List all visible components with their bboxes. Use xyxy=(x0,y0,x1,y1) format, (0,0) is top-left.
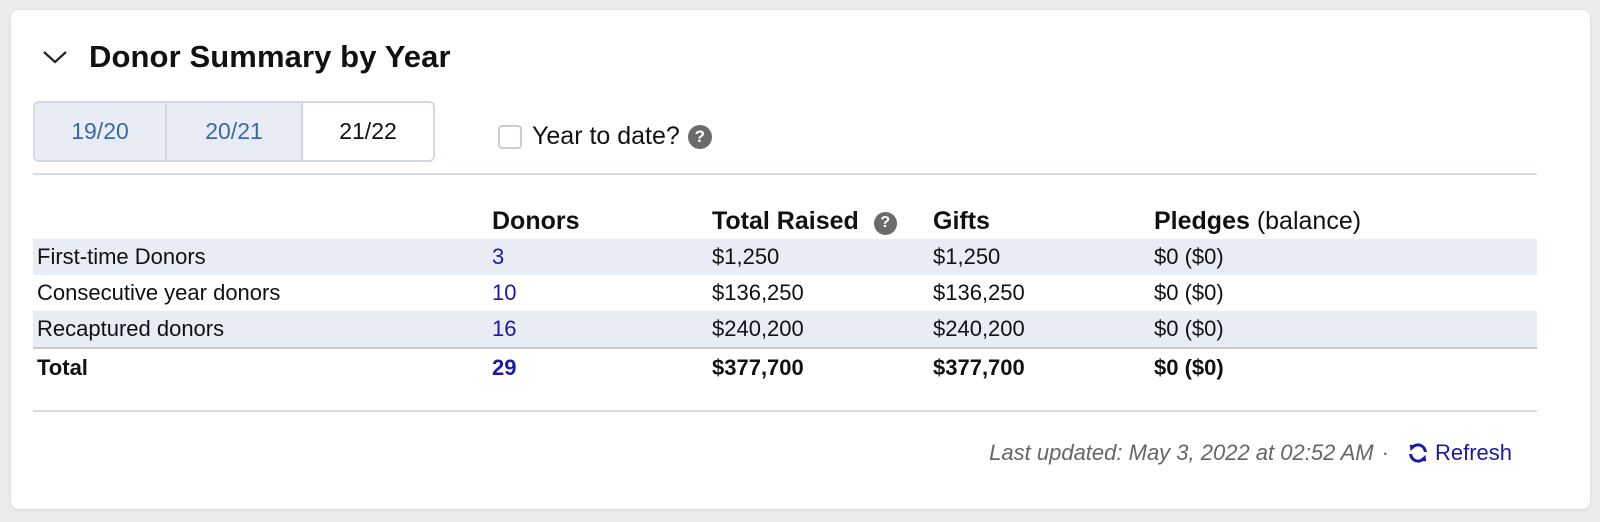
donors-count-link[interactable]: 16 xyxy=(492,316,516,341)
card-footer: Last updated: May 3, 2022 at 02:52 AM · … xyxy=(989,440,1512,466)
tab-21-22[interactable]: 21/22 xyxy=(303,103,433,160)
row-pledges: $0 ($0) xyxy=(1150,311,1537,348)
row-gifts: $1,250 xyxy=(929,239,1150,275)
total-raised: $377,700 xyxy=(708,347,929,387)
total-category: Total xyxy=(33,347,488,387)
divider xyxy=(33,173,1537,175)
separator: · xyxy=(1381,440,1389,465)
row-total-raised: $136,250 xyxy=(712,280,804,305)
col-category xyxy=(33,192,488,239)
refresh-icon xyxy=(1409,443,1427,463)
divider xyxy=(33,410,1537,412)
total-pledges: $0 ($0) xyxy=(1150,347,1537,387)
year-tabs: 19/20 20/21 21/22 xyxy=(33,101,435,162)
tab-19-20[interactable]: 19/20 xyxy=(35,103,167,160)
col-total-raised-label: Total Raised xyxy=(712,207,859,235)
table-row: Consecutive year donors 10 $136,250 $136… xyxy=(33,275,1537,311)
table-header-row: Donors Total Raised ? Gifts Pledges (bal… xyxy=(33,192,1537,239)
donors-count-link[interactable]: 3 xyxy=(492,244,504,269)
row-category: First-time Donors xyxy=(33,239,488,275)
donors-count-link[interactable]: 10 xyxy=(492,280,516,305)
refresh-button[interactable]: Refresh xyxy=(1407,440,1512,466)
row-gifts: $240,200 xyxy=(929,311,1150,348)
row-total-raised: $1,250 xyxy=(708,239,929,275)
col-pledges: Pledges (balance) xyxy=(1150,192,1537,239)
col-pledges-label: Pledges xyxy=(1154,207,1250,235)
year-to-date-toggle: Year to date? ? xyxy=(498,122,712,151)
row-gifts: $136,250 xyxy=(933,280,1025,305)
table-row: Recaptured donors 16 $240,200 $240,200 $… xyxy=(33,311,1537,348)
refresh-label: Refresh xyxy=(1434,440,1512,465)
row-category: Consecutive year donors xyxy=(37,280,281,305)
row-pledges: $0 ($0) xyxy=(1150,239,1537,275)
question-circle-icon[interactable]: ? xyxy=(687,124,712,149)
donor-summary-table: Donors Total Raised ? Gifts Pledges (bal… xyxy=(33,192,1537,387)
year-to-date-checkbox[interactable] xyxy=(498,124,522,149)
total-gifts: $377,700 xyxy=(929,347,1150,387)
last-updated-text: Last updated: May 3, 2022 at 02:52 AM xyxy=(989,440,1374,465)
card-header: Donor Summary by Year xyxy=(41,32,451,82)
row-category: Recaptured donors xyxy=(33,311,488,348)
table-total-row: Total 29 $377,700 $377,700 $0 ($0) xyxy=(33,347,1537,387)
question-circle-icon[interactable]: ? xyxy=(873,211,897,235)
tab-20-21[interactable]: 20/21 xyxy=(167,103,303,160)
total-donors-link[interactable]: 29 xyxy=(492,355,516,380)
col-total-raised: Total Raised ? xyxy=(708,192,929,239)
row-pledges: $0 ($0) xyxy=(1154,280,1224,305)
col-donors: Donors xyxy=(492,207,580,235)
col-gifts: Gifts xyxy=(933,207,990,235)
donor-summary-card: Donor Summary by Year 19/20 20/21 21/22 … xyxy=(11,10,1590,509)
card-title: Donor Summary by Year xyxy=(89,39,451,74)
table-row: First-time Donors 3 $1,250 $1,250 $0 ($0… xyxy=(33,239,1537,275)
chevron-down-icon[interactable] xyxy=(41,47,69,67)
col-pledges-sublabel: (balance) xyxy=(1256,207,1362,235)
row-total-raised: $240,200 xyxy=(708,311,929,348)
year-to-date-label: Year to date? xyxy=(532,122,680,150)
